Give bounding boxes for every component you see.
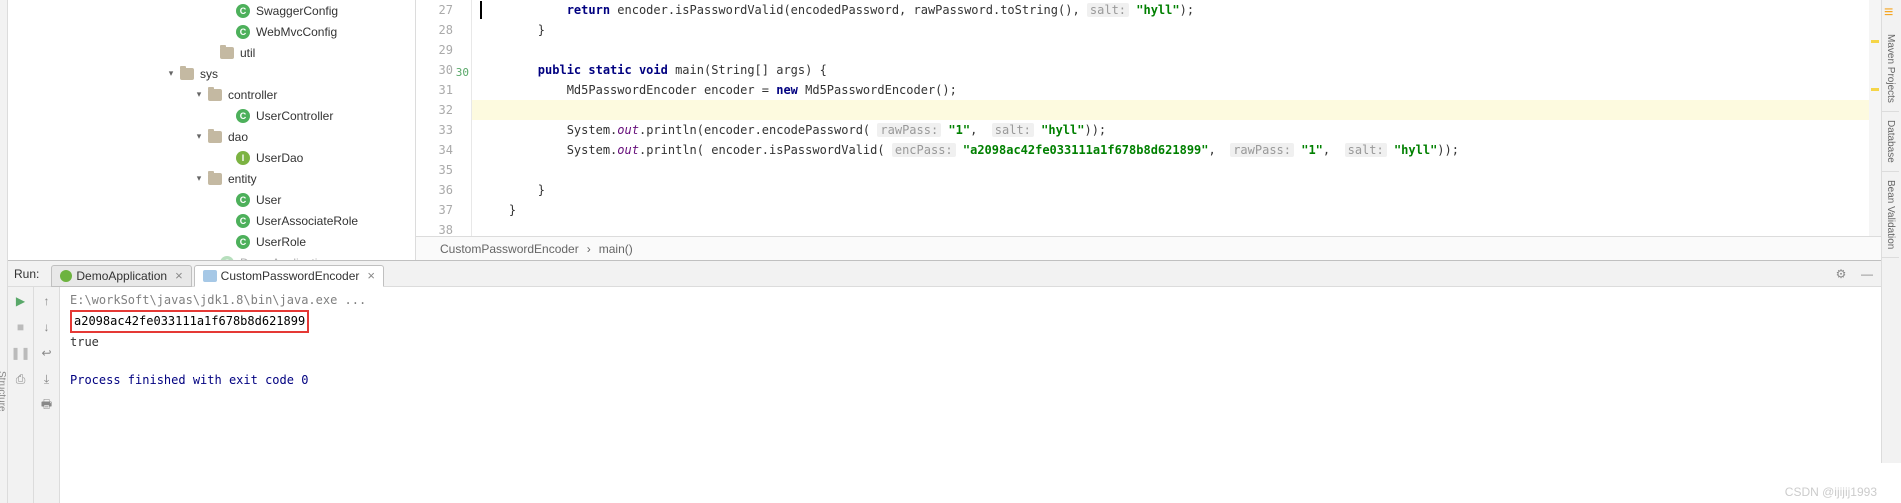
console-exit-line: Process finished with exit code 0: [70, 371, 1871, 390]
tree-node[interactable]: CUserAssociateRole: [20, 210, 415, 231]
watermark: CSDN @ijijij1993: [1785, 485, 1877, 499]
folder-icon: [208, 173, 222, 185]
run-title: Run:: [14, 267, 39, 281]
settings-icon[interactable]: ⚙: [1833, 266, 1849, 282]
class-icon: C: [236, 235, 250, 249]
pause-icon[interactable]: ❚❚: [13, 345, 29, 361]
tree-node[interactable]: ▾controller: [20, 84, 415, 105]
left-tool-window-bar[interactable]: Structure: [0, 0, 8, 503]
editor-error-stripe[interactable]: [1869, 0, 1881, 236]
tree-node[interactable]: IUserDao: [20, 147, 415, 168]
class-icon: C: [236, 109, 250, 123]
breadcrumb-bar[interactable]: CustomPasswordEncoder › main(): [416, 236, 1881, 260]
run-tool-window: Run: DemoApplication× CustomPasswordEnco…: [8, 260, 1881, 503]
tree-node[interactable]: ▾dao: [20, 126, 415, 147]
soft-wrap-icon[interactable]: ↩: [39, 345, 55, 361]
minimize-icon[interactable]: —: [1859, 266, 1875, 282]
chevron-down-icon[interactable]: ▾: [164, 67, 178, 81]
file-icon: [203, 270, 217, 282]
class-icon: C: [236, 25, 250, 39]
code-content[interactable]: return encoder.isPasswordValid(encodedPa…: [472, 0, 1881, 236]
folder-icon: [220, 47, 234, 59]
up-icon[interactable]: ↑: [39, 293, 55, 309]
interface-icon: I: [236, 151, 250, 165]
right-tool-window-bar[interactable]: ≡ Maven Projects Database Bean Validatio…: [1881, 0, 1901, 463]
caret: [480, 1, 482, 19]
tree-node[interactable]: CSwaggerConfig: [20, 0, 415, 21]
camera-icon[interactable]: ⎙: [13, 371, 29, 387]
console-line: true: [70, 333, 1871, 352]
tree-node[interactable]: ▾entity: [20, 168, 415, 189]
tree-node[interactable]: CUserRole: [20, 231, 415, 252]
folder-icon: [208, 131, 222, 143]
console-highlighted-hash: a2098ac42fe033111a1f678b8d621899: [70, 310, 309, 333]
breadcrumb-item[interactable]: main(): [599, 242, 633, 256]
run-header: Run: DemoApplication× CustomPasswordEnco…: [8, 261, 1881, 287]
chevron-down-icon[interactable]: ▾: [192, 130, 206, 144]
class-icon: C: [236, 193, 250, 207]
console-output[interactable]: E:\workSoft\javas\jdk1.8\bin\java.exe ..…: [60, 287, 1881, 503]
run-tab-demo[interactable]: DemoApplication×: [51, 265, 191, 287]
breadcrumb-separator: ›: [587, 242, 591, 256]
tree-node[interactable]: CWebMvcConfig: [20, 21, 415, 42]
hamburger-icon[interactable]: ≡: [1882, 0, 1901, 26]
folder-icon: [208, 89, 222, 101]
close-icon[interactable]: ×: [175, 268, 183, 283]
project-tree[interactable]: CSwaggerConfig CWebMvcConfig util ▾sys ▾…: [8, 0, 416, 260]
down-icon[interactable]: ↓: [39, 319, 55, 335]
class-icon: C: [236, 4, 250, 18]
tree-node[interactable]: CUserController: [20, 105, 415, 126]
tree-node[interactable]: ▾sys: [20, 63, 415, 84]
tree-node[interactable]: CDemoApplication: [20, 252, 415, 260]
chevron-down-icon[interactable]: ▾: [192, 172, 206, 186]
database-tab[interactable]: Database: [1882, 112, 1899, 172]
class-icon: C: [220, 256, 234, 261]
spring-icon: [60, 270, 72, 282]
tree-node[interactable]: CUser: [20, 189, 415, 210]
breadcrumb-item[interactable]: CustomPasswordEncoder: [440, 242, 579, 256]
run-toolbar-secondary: ↑ ↓ ↩ ⤓ 🖶: [34, 287, 60, 503]
code-editor[interactable]: 27 28 29 3030 31 32 33 34 35 36 37 38 re…: [416, 0, 1881, 260]
chevron-down-icon[interactable]: ▾: [192, 88, 206, 102]
scroll-to-end-icon[interactable]: ⤓: [39, 371, 55, 387]
editor-gutter: 27 28 29 3030 31 32 33 34 35 36 37 38: [416, 0, 472, 236]
folder-icon: [180, 68, 194, 80]
print-icon[interactable]: 🖶: [39, 397, 55, 413]
close-icon[interactable]: ×: [367, 268, 375, 283]
console-line: E:\workSoft\javas\jdk1.8\bin\java.exe ..…: [70, 291, 1871, 310]
class-icon: C: [236, 214, 250, 228]
tree-node[interactable]: util: [20, 42, 415, 63]
rerun-icon[interactable]: ▶: [13, 293, 29, 309]
maven-tab[interactable]: Maven Projects: [1882, 26, 1899, 112]
bean-validation-tab[interactable]: Bean Validation: [1882, 172, 1899, 258]
stop-icon[interactable]: ■: [13, 319, 29, 335]
run-tab-encoder[interactable]: CustomPasswordEncoder×: [194, 265, 384, 287]
run-toolbar-primary: ▶ ■ ❚❚ ⎙: [8, 287, 34, 503]
